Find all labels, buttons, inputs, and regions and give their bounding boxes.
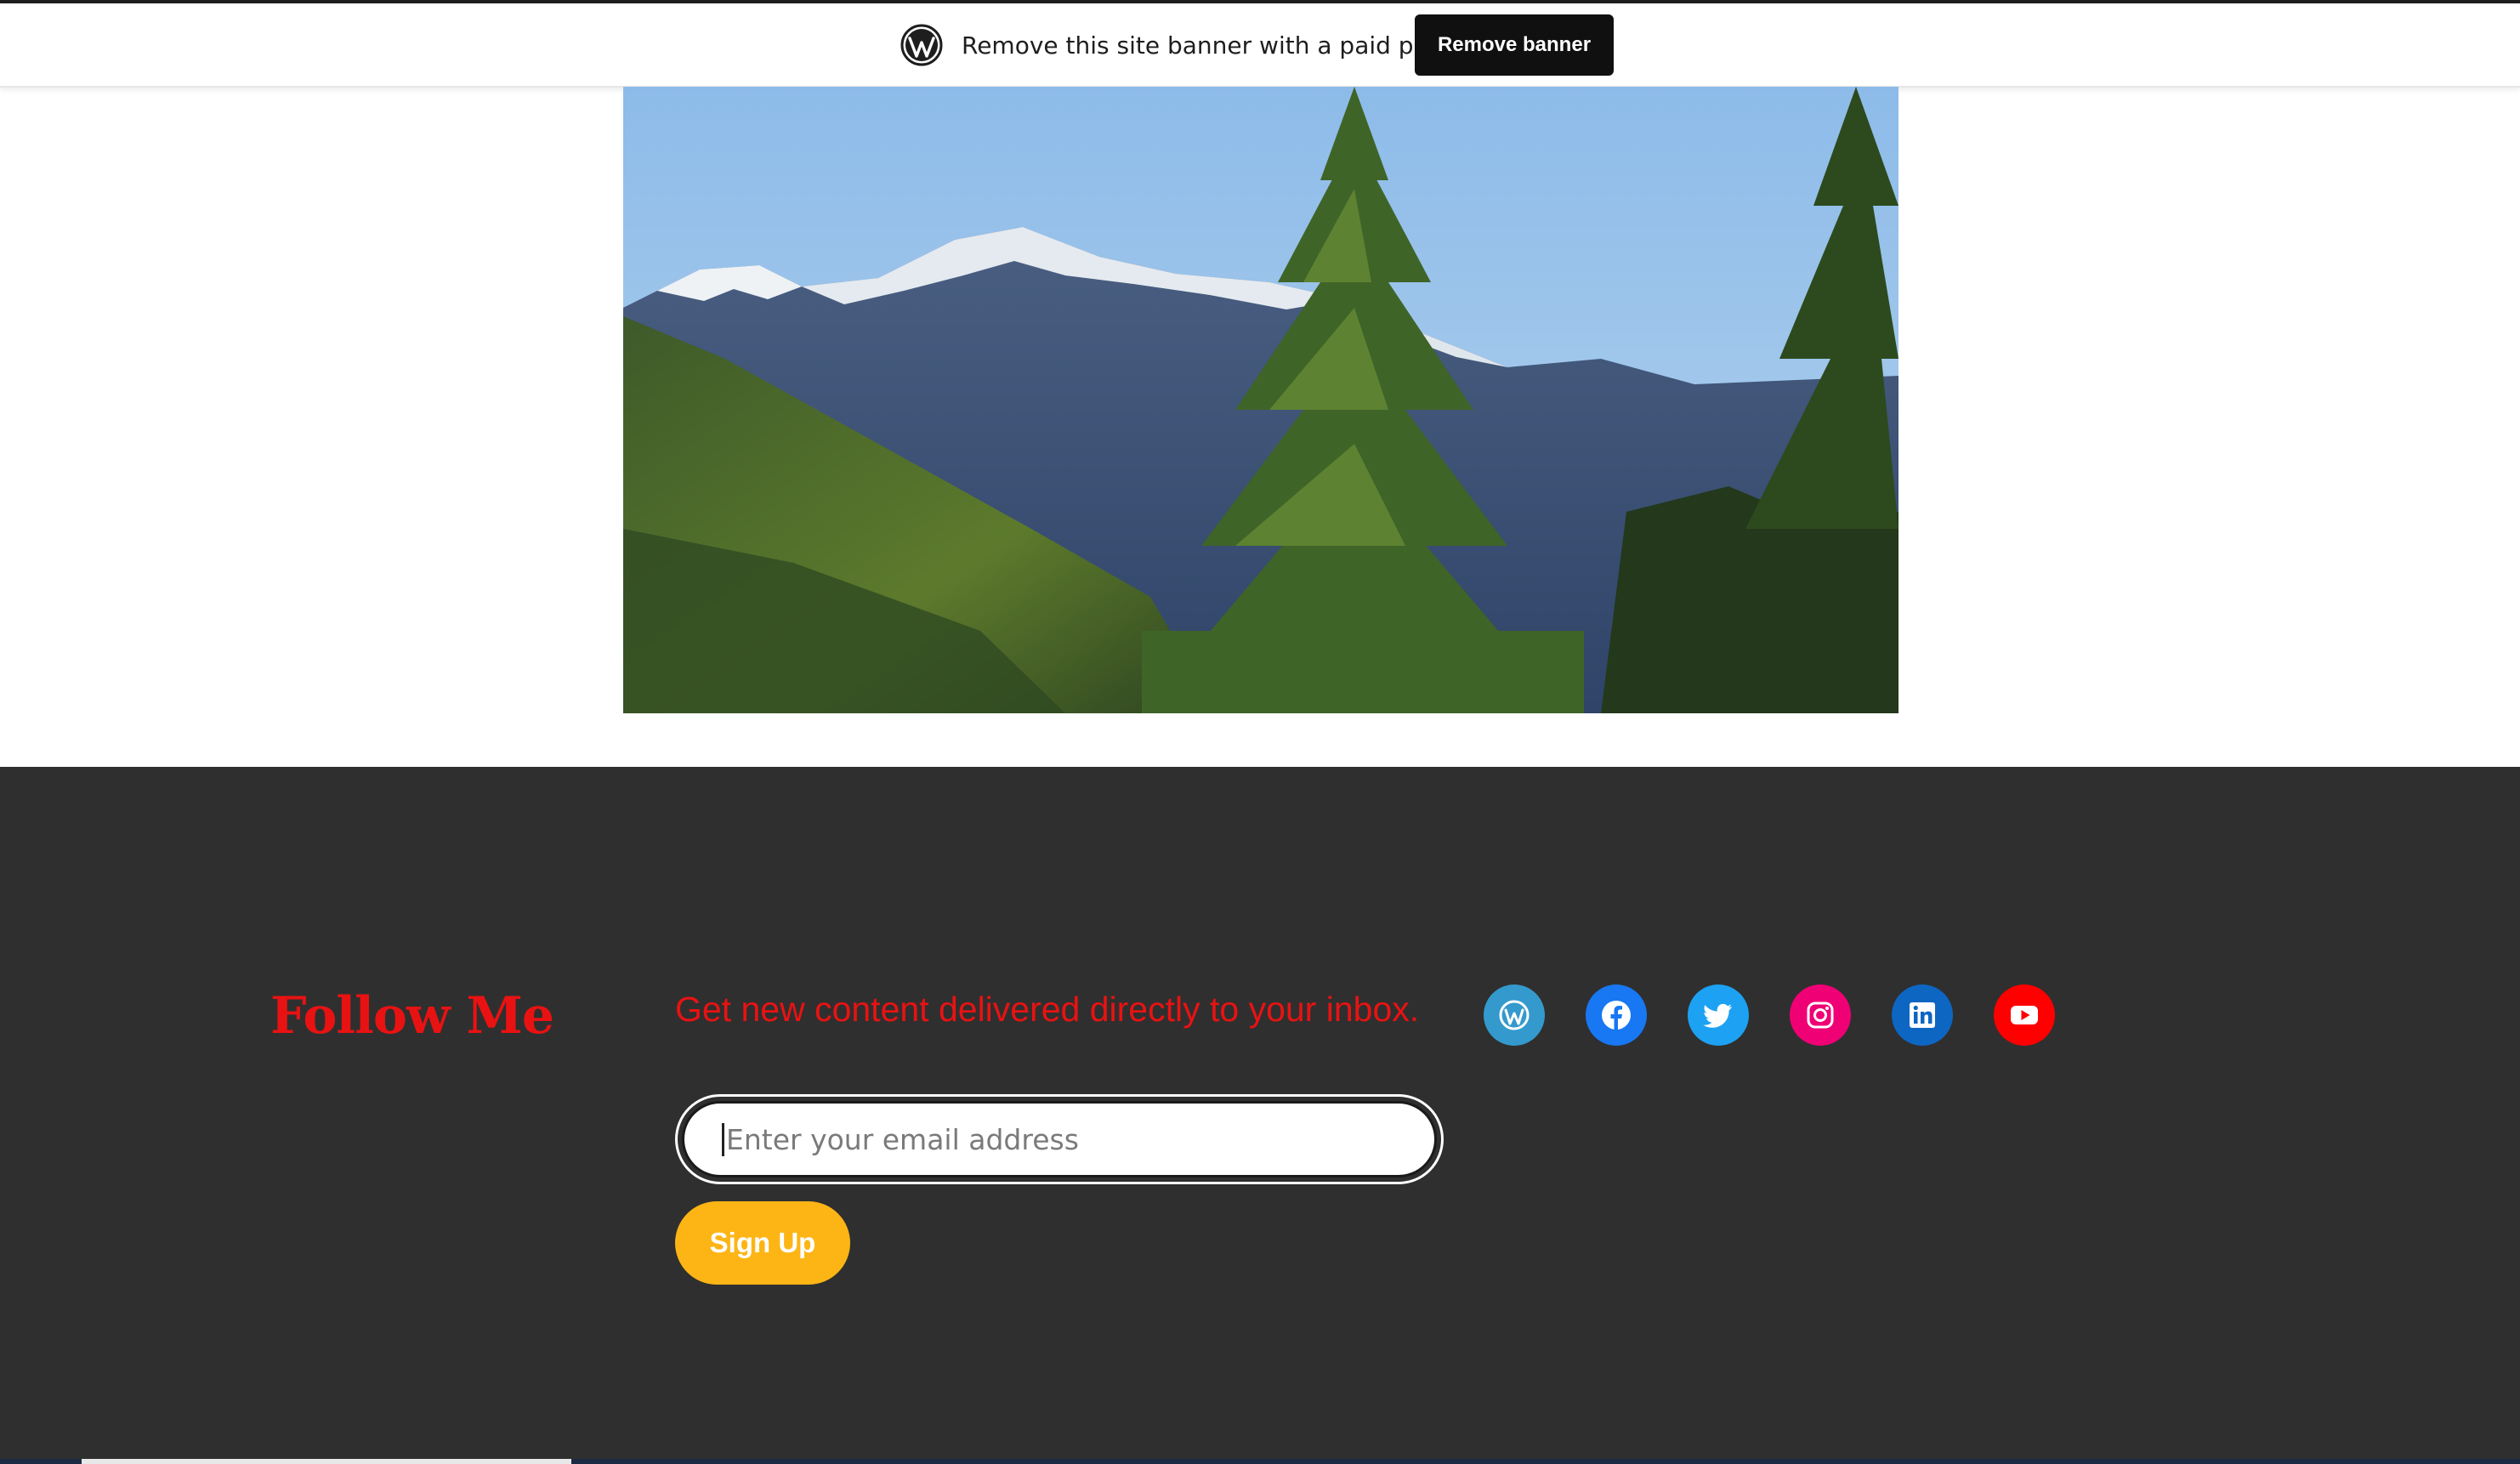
social-link-facebook[interactable] xyxy=(1586,985,1647,1046)
youtube-icon xyxy=(2011,1006,2038,1024)
subscribe-description: Get new content delivered directly to yo… xyxy=(675,990,1420,1029)
remove-banner-button[interactable]: Remove banner xyxy=(1415,14,1614,76)
social-link-instagram[interactable] xyxy=(1790,985,1851,1046)
site-footer: Follow Me Get new content delivered dire… xyxy=(0,767,2520,1464)
instagram-icon xyxy=(1807,1002,1834,1029)
footer-title: Follow Me xyxy=(270,986,554,1046)
wordpress-logo-icon xyxy=(900,24,943,66)
wordpress-icon xyxy=(1499,1000,1530,1030)
bottom-edge-highlight xyxy=(82,1459,571,1464)
linkedin-icon xyxy=(1910,1002,1935,1028)
facebook-icon xyxy=(1602,1001,1631,1030)
mountain-landscape-photo xyxy=(623,87,1899,713)
upgrade-banner: Remove this site banner with a paid plan… xyxy=(0,3,2520,88)
email-input-wrapper xyxy=(682,1101,1437,1177)
social-link-youtube[interactable] xyxy=(1994,985,2055,1046)
twitter-icon xyxy=(1703,1003,1732,1028)
banner-text: Remove this site banner with a paid plan xyxy=(962,31,1450,60)
social-link-twitter[interactable] xyxy=(1688,985,1749,1046)
social-link-wordpress[interactable] xyxy=(1484,985,1545,1046)
email-input[interactable] xyxy=(722,1122,1434,1156)
sign-up-button[interactable]: Sign Up xyxy=(675,1201,850,1285)
email-field xyxy=(675,1094,1444,1184)
social-link-linkedin[interactable] xyxy=(1892,985,1953,1046)
